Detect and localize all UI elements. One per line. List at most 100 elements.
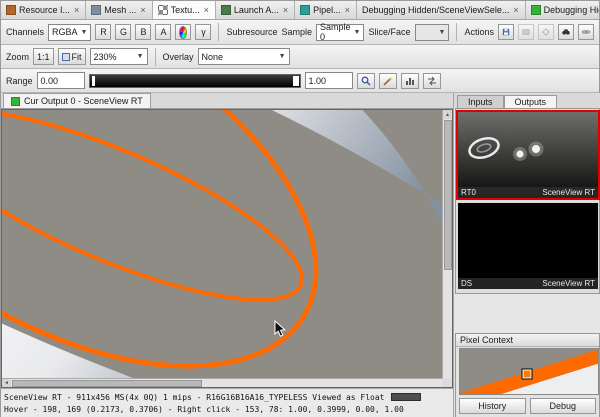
horizontal-scrollbar[interactable]: ◄ [2,378,442,387]
sample-select[interactable]: Sample 0 ▼ [316,22,365,42]
wand-icon [382,76,392,86]
pixel-context-render [460,349,598,394]
sample-label: Sample [281,27,313,37]
texture-viewer-icon [157,5,168,15]
thumbnail-name: SceneView RT [542,279,595,288]
toolbar-separator [456,23,458,41]
histogram-icon [405,77,414,85]
find-texture-button[interactable] [558,24,574,40]
horizontal-scroll-thumb[interactable] [12,379,202,387]
thumbnail-ds[interactable]: DS SceneView RT [458,203,598,289]
pixel-context-title: Pixel Context [456,334,599,347]
open-texture-list-button[interactable] [518,24,534,40]
chevron-down-icon: ▼ [278,53,286,60]
slice-face-label: Slice/Face [368,27,411,37]
debug-button[interactable]: Debug [529,398,596,414]
tab-capture-1[interactable]: Debugging Hidden/SceneViewSele... × [356,1,526,19]
fit-label: Fit [71,51,82,62]
flip-channels-icon [427,76,436,85]
tab-label: Textu... [170,5,200,15]
sample-value: Sample 0 [320,22,351,42]
tab-capture-2[interactable]: Debugging Hidden/SceneViewSele... × [525,1,599,19]
tab-launch-application[interactable]: Launch A... × [215,1,296,19]
tab-pipeline-state[interactable]: Pipel... × [295,1,357,19]
close-icon[interactable]: × [344,5,351,15]
thumbnail-rt0[interactable]: RT0 SceneView RT [456,110,600,200]
vertical-scroll-thumb[interactable] [443,120,452,270]
channels-label: Channels [6,27,45,37]
autofit-range-button[interactable] [356,72,375,89]
io-panel: Inputs Outputs RT0 SceneView RT DS Scene… [453,93,600,417]
scroll-up-button[interactable]: ▲ [443,110,452,119]
range-white-point-handle[interactable] [292,75,299,86]
tab-label: Launch A... [233,5,279,15]
gamma-toggle[interactable]: γ [195,24,212,40]
channels-toolbar: Channels RGBA ▼ R G B A γ Subresource Sa… [1,20,599,45]
reset-range-button[interactable] [378,72,397,89]
alpha-channel-toggle[interactable]: A [155,24,172,40]
tab-mesh-viewer[interactable]: Mesh ... × [86,1,153,19]
custom-display-button[interactable] [175,24,192,40]
zoom-level-select[interactable]: 230% ▼ [89,48,148,65]
close-icon[interactable]: × [139,5,146,15]
outputs-thumbnail-list: RT0 SceneView RT DS SceneView RT [455,108,600,294]
resource-inspector-icon [6,5,16,15]
overlay-label: Overlay [162,51,194,62]
blue-channel-toggle[interactable]: B [135,24,152,40]
channels-select[interactable]: RGBA ▼ [48,23,92,41]
zoom-fit-button[interactable]: Fit [57,48,86,65]
binoculars-icon [562,29,570,35]
texture-viewport[interactable]: ▲ ◄ [1,109,453,388]
histogram-button[interactable] [400,72,419,89]
follow-binding-button[interactable] [578,24,594,40]
red-channel-toggle[interactable]: R [95,24,112,40]
pixel-info-text: Hover - 198, 169 (0.2173, 0.3706) - Righ… [4,404,404,414]
mouse-cursor-icon [274,320,286,337]
status-bar: SceneView RT - 911x456 MS(4x 0Q) 1 mips … [1,388,453,417]
zoom-1to1-button[interactable]: 1:1 [33,48,54,65]
scroll-left-button[interactable]: ◄ [2,378,11,387]
link-icon [582,30,590,34]
zoom-label: Zoom [6,51,30,62]
overlay-value: None [201,51,224,62]
texture-info-text: SceneView RT - 911x456 MS(4x 0Q) 1 mips … [4,392,385,402]
tab-label: Debugging Hidden/SceneViewSele... [361,5,510,15]
pixel-info-line: Hover - 198, 169 (0.2173, 0.3706) - Righ… [4,403,450,415]
range-min-input[interactable]: 0.00 [36,72,85,89]
range-max-input[interactable]: 1.00 [304,72,353,89]
slice-face-select[interactable]: ▼ [414,23,450,41]
goto-location-button[interactable] [538,24,554,40]
close-icon[interactable]: × [282,5,289,15]
tab-label: Mesh ... [104,5,137,15]
history-button[interactable]: History [459,398,526,414]
range-black-point-handle[interactable] [91,75,95,86]
fit-icon [61,52,70,61]
texture-render [2,110,443,380]
pipeline-state-icon [300,5,311,15]
zoom-level-value: 230% [93,51,117,62]
range-slider[interactable] [88,73,301,88]
save-texture-button[interactable] [498,24,514,40]
current-texture-tab[interactable]: Cur Output 0 - SceneView RT [3,93,151,108]
crosshair-icon [542,28,550,36]
chevron-down-icon: ▼ [438,28,446,36]
overlay-select[interactable]: None ▼ [197,48,290,65]
close-icon[interactable]: × [73,5,80,15]
green-channel-toggle[interactable]: G [115,24,132,40]
close-icon[interactable]: × [203,5,210,15]
range-options-button[interactable] [422,72,441,89]
tab-label: Pipel... [313,5,341,15]
close-icon[interactable]: × [512,5,519,15]
vertical-scrollbar[interactable]: ▲ [442,110,452,378]
chevron-down-icon: ▼ [353,28,361,36]
tab-inputs[interactable]: Inputs [457,95,504,108]
tab-texture-viewer[interactable]: Textu... × [152,1,216,19]
hover-color-swatch [390,393,421,401]
save-icon [502,28,510,36]
pixel-context-view[interactable] [459,348,599,395]
tab-resource-inspector[interactable]: Resource I... × [1,1,87,19]
texture-info-line: SceneView RT - 911x456 MS(4x 0Q) 1 mips … [4,391,450,403]
main-tab-bar: Resource I... × Mesh ... × Textu... × La… [1,1,599,20]
tab-outputs[interactable]: Outputs [503,95,558,108]
scrollbar-corner [442,378,452,387]
